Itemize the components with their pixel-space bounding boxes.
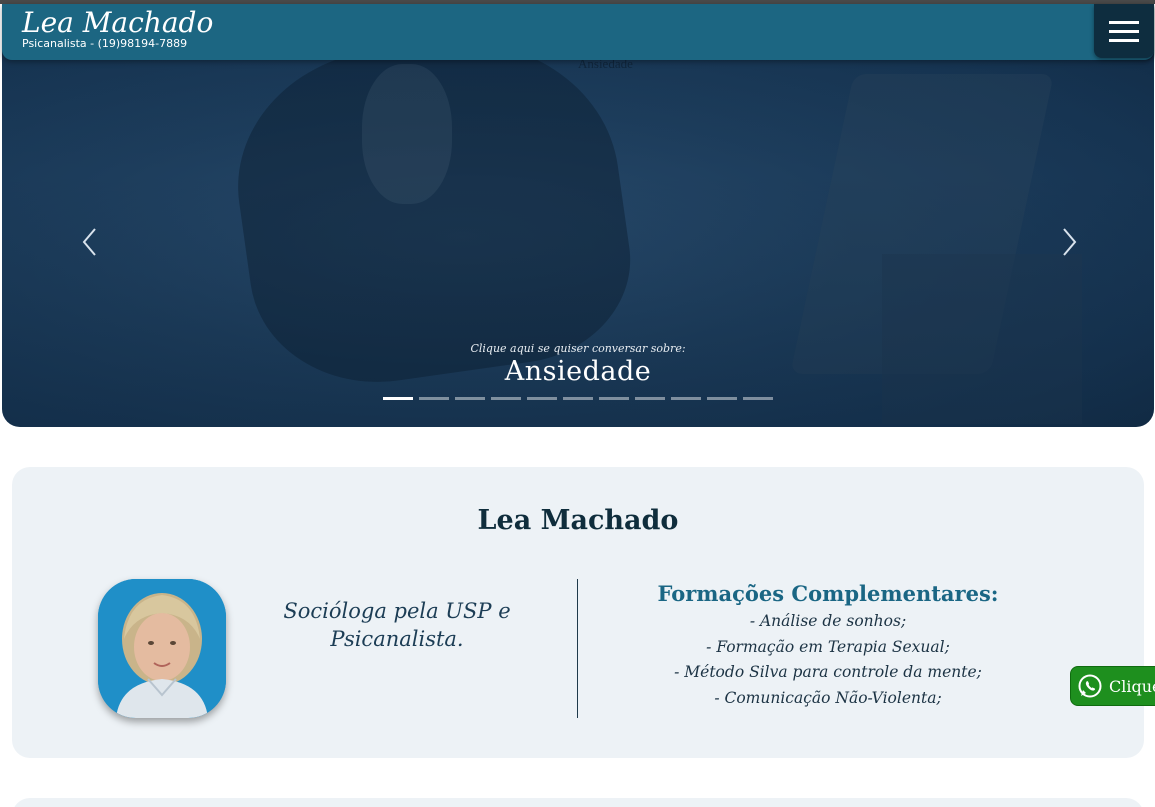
carousel-caption-title[interactable]: Ansiedade xyxy=(2,356,1154,387)
whatsapp-button[interactable]: Clique xyxy=(1070,666,1155,706)
hero-carousel[interactable]: Ansiedade Clique aqui se quiser conversa… xyxy=(2,4,1154,427)
menu-button[interactable] xyxy=(1094,4,1154,58)
formation-item: - Método Silva para controle da mente; xyxy=(674,663,982,681)
vertical-divider xyxy=(577,579,578,718)
carousel-indicator[interactable] xyxy=(491,397,521,400)
carousel-next-button[interactable] xyxy=(1057,226,1081,258)
carousel-indicator[interactable] xyxy=(671,397,701,400)
avatar xyxy=(98,579,226,718)
carousel-indicator[interactable] xyxy=(383,397,413,400)
site-brand[interactable]: Lea Machado xyxy=(22,6,213,39)
carousel-indicators xyxy=(383,397,773,400)
site-header: Lea Machado Psicanalista - (19)98194-788… xyxy=(2,4,1154,60)
carousel-indicator[interactable] xyxy=(599,397,629,400)
carousel-indicator[interactable] xyxy=(743,397,773,400)
carousel-caption-kicker[interactable]: Clique aqui se quiser conversar sobre: xyxy=(2,342,1154,355)
portrait-photo xyxy=(98,579,226,718)
hamburger-icon xyxy=(1109,29,1139,33)
carousel-indicator[interactable] xyxy=(455,397,485,400)
carousel-indicator[interactable] xyxy=(419,397,449,400)
about-title: Lea Machado xyxy=(477,505,679,536)
carousel-indicator[interactable] xyxy=(635,397,665,400)
chevron-right-icon xyxy=(1063,228,1077,256)
about-bio: Socióloga pela USP e Psicanalista. xyxy=(283,599,511,651)
next-section-card xyxy=(12,798,1144,807)
site-subtitle: Psicanalista - (19)98194-7889 xyxy=(22,37,188,50)
whatsapp-icon xyxy=(1078,674,1102,698)
about-card: Lea Machado Socióloga pela USP e Psicana… xyxy=(12,467,1144,758)
carousel-indicator[interactable] xyxy=(527,397,557,400)
carousel-prev-button[interactable] xyxy=(78,226,102,258)
formation-item: - Formação em Terapia Sexual; xyxy=(706,637,950,656)
carousel-indicator[interactable] xyxy=(707,397,737,400)
hamburger-icon xyxy=(1109,38,1139,42)
carousel-indicator[interactable] xyxy=(563,397,593,400)
formation-item: - Comunicação Não-Violenta; xyxy=(714,688,942,707)
chevron-left-icon xyxy=(82,228,96,256)
hamburger-icon xyxy=(1109,20,1139,24)
formation-item: - Análise de sonhos; xyxy=(749,612,907,630)
whatsapp-label: Clique xyxy=(1109,676,1155,696)
formations-block: Formações Complementares: - Análise de s… xyxy=(608,581,1048,711)
formations-title: Formações Complementares: xyxy=(657,581,999,606)
